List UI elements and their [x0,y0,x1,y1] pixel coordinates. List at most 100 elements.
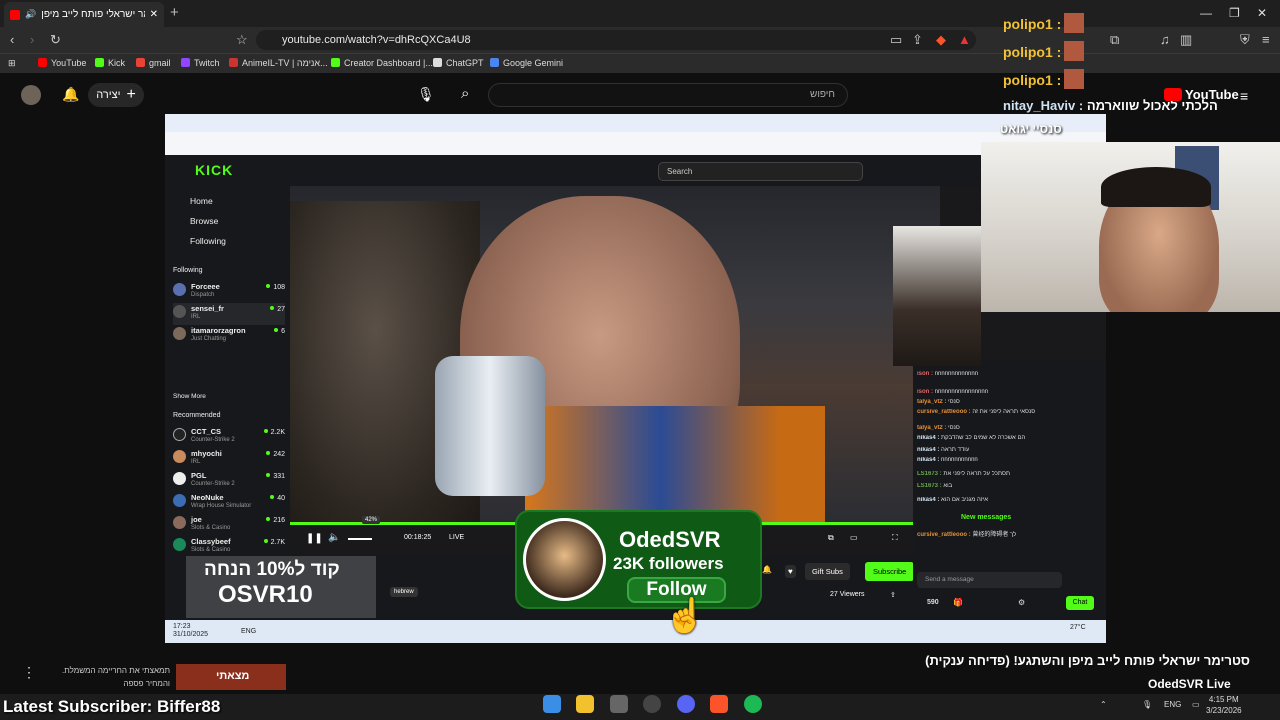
chat-message: nikas4 : עודד תראה [917,447,970,453]
store-icon[interactable] [609,695,628,713]
hamburger-menu-icon[interactable]: ≡ [1240,88,1248,104]
gift-icon[interactable]: 🎁 [953,598,963,607]
avatar[interactable] [21,85,41,105]
live-badge: LIVE [449,534,465,541]
close-window-icon[interactable]: ✕ [1257,6,1267,20]
inner-browser-tabs [165,114,1106,132]
recommended-channel[interactable]: joe Slots & Casino 216 [173,514,285,536]
stream-video[interactable] [290,186,940,522]
bookmark-youtube[interactable]: YouTube [38,58,86,68]
chat-input[interactable]: Send a message [917,572,1062,588]
discord-icon[interactable] [676,695,695,713]
kick-search-input[interactable]: Search [658,162,863,181]
chat-settings-icon[interactable]: ⚙ [1018,598,1025,607]
media-icon[interactable]: ♫ [1160,32,1170,47]
bookmark-twitch[interactable]: Twitch [181,58,220,68]
new-tab-icon[interactable]: + [170,4,179,21]
nav-following[interactable]: Following [190,236,226,246]
tray-chevron-icon[interactable]: ⌃ [1100,700,1107,709]
stream-tag[interactable]: hebrew [390,587,418,597]
chat-send-button[interactable]: Chat [1066,596,1094,610]
following-channel[interactable]: itamarorzagron Just Chatting 6 [173,325,285,347]
speaker-icon[interactable]: 🔊 [25,9,36,20]
following-channel[interactable]: sensei_fr IRL 27 [173,303,285,325]
search-icon[interactable]: ⌕ [461,85,469,102]
youtube-logo[interactable]: YouTube [1164,87,1239,102]
volume-icon[interactable]: 🔈 [328,532,340,543]
bookmark-chatgpt[interactable]: ChatGPT [433,58,484,68]
system-language[interactable]: ENG [1164,700,1181,709]
sidebar-icon[interactable]: ▥ [1180,32,1192,48]
file-explorer-icon[interactable] [576,695,595,713]
start-icon[interactable] [543,695,561,713]
show-more-link[interactable]: Show More [173,393,206,400]
nav-browse[interactable]: Browse [190,216,218,226]
brave-shield-icon[interactable]: ◆ [936,32,946,48]
fullscreen-icon[interactable]: ⛶ [892,533,898,543]
related-video-thumbnail[interactable]: מצאתי [176,664,286,690]
bookmarks-bar: ⊞ YouTube Kick gmail Twitch AnimeIL-TV |… [0,53,1280,73]
channel-name[interactable]: OdedSVR Live [1148,677,1231,691]
following-channel[interactable]: Forceee Dispatch 108 [173,281,285,303]
create-button[interactable]: יצירה + [88,83,144,107]
screen-icon[interactable]: ▭ [890,32,902,48]
recommended-header: Recommended [173,412,221,419]
url-field[interactable]: youtube.com/watch?v=dhRcQXCa4U8 [256,30,976,50]
kick-logo[interactable]: KICK [195,162,233,178]
pause-icon[interactable]: ❚❚ [306,533,323,544]
theater-icon[interactable]: ▭ [850,533,858,542]
network-icon[interactable]: ▭ [1192,700,1200,709]
back-icon[interactable]: ‹ [10,32,14,47]
recommended-channel[interactable]: PGL Counter-Strike 2 331 [173,470,285,492]
share-icon[interactable]: ⇪ [912,32,923,48]
inner-address-bar [165,132,1106,155]
extensions-icon[interactable]: ⧉ [1110,32,1119,48]
recommended-channel[interactable]: CCT_CS Counter-Strike 2 2.2K [173,426,285,448]
bookmark-gmail[interactable]: gmail [136,58,171,68]
menu-icon[interactable]: ≡ [1262,32,1270,47]
close-tab-icon[interactable]: ✕ [150,9,158,20]
gift-subs-button[interactable]: Gift Subs [805,563,850,580]
pip-icon[interactable]: ⧉ [828,533,834,543]
obs-icon[interactable] [643,695,662,713]
heart-icon[interactable]: ♥ [785,565,796,578]
brave-icon[interactable] [710,695,729,713]
new-messages-banner[interactable]: New messages [961,514,1011,521]
mic-icon[interactable]: 🎙 [417,86,435,103]
nav-home[interactable]: Home [190,196,213,206]
mic-tray-icon[interactable]: 🎙 [1142,700,1152,709]
vpn-icon[interactable]: ⛨ [1240,32,1250,48]
apps-icon[interactable]: ⊞ [8,58,16,69]
chat-message: nikas4 : nnnnnnnnnnn [917,457,978,463]
channel-viewers: 2.7K [264,539,285,546]
forward-icon[interactable]: › [30,32,34,47]
recommended-channel[interactable]: mhyochi IRL 242 [173,448,285,470]
webcam-left [893,226,981,366]
volume-slider[interactable] [348,538,372,540]
bell-icon[interactable]: 🔔 [762,565,772,574]
bookmark-animeil[interactable]: AnimeIL-TV | אנימה... [229,58,328,68]
bookmark-gemini[interactable]: Google Gemini [490,58,563,68]
recommended-channel[interactable]: Classybeef Slots & Casino 2.7K [173,536,285,558]
chatter-name: polipo1 : [1003,41,1085,69]
channel-category: Just Chatting [191,336,227,342]
rewards-icon[interactable]: ▲ [958,32,971,47]
channel-viewers: 108 [266,284,285,291]
channel-category: Counter-Strike 2 [191,481,235,487]
browser-tab[interactable]: 🔊 סטרימר ישראלי פותח לייב מיפן ✕ [4,2,164,27]
recommended-channel[interactable]: NeoNuke Wrap House Simulator 40 [173,492,285,514]
search-input[interactable]: חיפוש [488,83,848,107]
bookmark-icon[interactable]: ☆ [236,32,248,48]
bookmark-kick[interactable]: Kick [95,58,125,68]
share-icon[interactable]: ⇪ [890,591,896,599]
system-clock[interactable]: 4:15 PM 3/23/2026 [1206,694,1242,716]
notifications-icon[interactable]: 🔔 [62,86,79,103]
spotify-icon[interactable] [743,695,762,713]
minimize-icon[interactable]: — [1200,6,1212,20]
reload-icon[interactable]: ↻ [50,32,61,48]
maximize-icon[interactable]: ❐ [1229,6,1240,20]
more-options-icon[interactable]: ⋮ [22,664,36,681]
follower-card-avatar [523,518,606,601]
bookmark-creator-dashboard[interactable]: Creator Dashboard |... [331,58,433,68]
subscribe-button[interactable]: Subscribe [865,562,915,581]
